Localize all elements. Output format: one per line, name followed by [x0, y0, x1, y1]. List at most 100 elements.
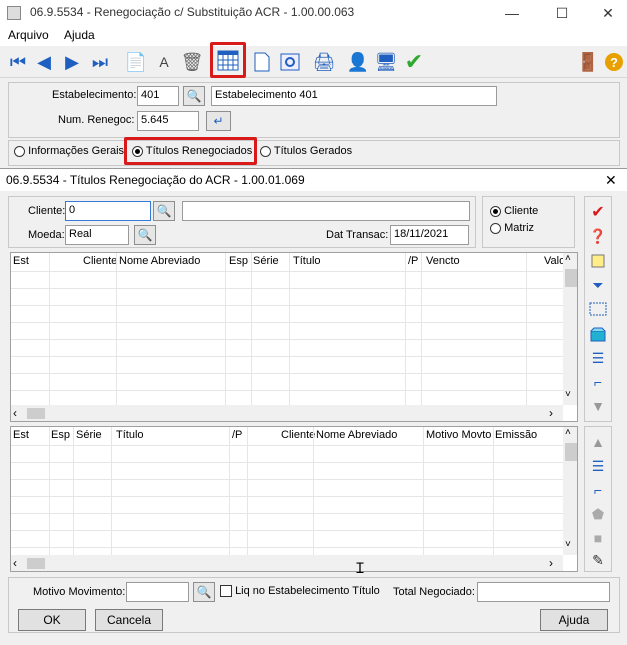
scroll-right-arrow-icon[interactable]: ›: [549, 556, 553, 570]
col-titulo[interactable]: Título: [293, 255, 321, 267]
col-nome-abreviado[interactable]: Nome Abreviado: [119, 255, 200, 267]
radio-matriz[interactable]: [490, 222, 501, 234]
move-up-icon[interactable]: ▲: [587, 432, 609, 452]
titles-grid-top[interactable]: Est Cliente Nome Abreviado Esp Série Tít…: [10, 252, 578, 422]
select-range-icon[interactable]: [587, 299, 609, 319]
radio-cliente[interactable]: [490, 205, 501, 217]
new-document-icon[interactable]: 📄: [124, 50, 148, 74]
scroll-left-arrow-icon[interactable]: ‹: [13, 556, 17, 570]
col-vencto[interactable]: Vencto: [426, 255, 460, 267]
grid-bottom-vertical-scrollbar[interactable]: ˄ ˅: [563, 427, 577, 555]
titles-grid-bottom[interactable]: Est Esp Série Título /P Cliente Nome Abr…: [10, 426, 578, 572]
previous-record-icon[interactable]: ◀: [32, 50, 56, 74]
grid-top-vertical-scrollbar[interactable]: ˄ ˅: [563, 253, 577, 405]
close-button[interactable]: ✕: [585, 0, 627, 26]
dat-transac-input[interactable]: 18/11/2021: [390, 225, 469, 245]
col-serie[interactable]: Série: [76, 429, 102, 441]
cliente-input[interactable]: 0: [65, 201, 151, 221]
edit-text-icon[interactable]: A: [152, 50, 176, 74]
estab-input[interactable]: 401: [137, 86, 179, 106]
moeda-input[interactable]: Real: [65, 225, 129, 245]
list-move-icon[interactable]: ☰: [587, 456, 609, 476]
col-emissao[interactable]: Emissão: [495, 429, 537, 441]
grid-column-divider: [421, 253, 422, 405]
next-record-icon[interactable]: ▶: [60, 50, 84, 74]
scroll-up-arrow-icon[interactable]: ˄: [565, 427, 571, 438]
minimize-button[interactable]: —: [489, 0, 535, 26]
stop-square-icon[interactable]: ■: [587, 528, 609, 548]
grid-top-horizontal-scrollbar[interactable]: ‹ ›: [11, 405, 563, 421]
col-titulo[interactable]: Título: [116, 429, 144, 441]
col-est[interactable]: Est: [13, 429, 29, 441]
col-cliente[interactable]: Cliente: [83, 255, 117, 267]
scroll-right-arrow-icon[interactable]: ›: [549, 406, 553, 420]
col-cliente[interactable]: Cliente: [281, 429, 315, 441]
edit-pencil-icon[interactable]: ✎: [587, 550, 609, 570]
delete-trash-icon[interactable]: 🗑: [180, 50, 204, 74]
note-icon[interactable]: [587, 251, 609, 271]
eraser-icon[interactable]: ⬟: [587, 504, 609, 524]
motivo-search-button[interactable]: 🔍: [193, 582, 215, 602]
radio-informacoes[interactable]: [14, 145, 25, 157]
monitor-edit-icon[interactable]: 🖥: [374, 50, 398, 74]
col-esp[interactable]: Esp: [51, 429, 70, 441]
radio-cliente-option[interactable]: Cliente: [490, 205, 538, 217]
list-bracket-icon[interactable]: ⌐: [587, 372, 609, 392]
tab-titulos-renegociados[interactable]: Títulos Renegociados: [124, 137, 257, 165]
renegoc-input[interactable]: 5.645: [137, 111, 199, 131]
tab-titulos-gerados[interactable]: Títulos Gerados: [260, 145, 352, 157]
col-parcela[interactable]: /P: [232, 429, 242, 441]
scroll-thumb[interactable]: [27, 558, 45, 569]
tab-informacoes[interactable]: Informações Gerais: [14, 145, 124, 157]
col-esp[interactable]: Esp: [229, 255, 248, 267]
cancela-button[interactable]: Cancela: [95, 609, 163, 631]
cliente-search-button[interactable]: 🔍: [153, 201, 175, 221]
go-button[interactable]: ↵: [206, 111, 231, 131]
col-nome-abreviado[interactable]: Nome Abreviado: [316, 429, 397, 441]
col-parcela[interactable]: /P: [408, 255, 418, 267]
query-help-icon[interactable]: ❓: [587, 226, 609, 246]
scroll-thumb[interactable]: [565, 269, 577, 287]
maximize-button[interactable]: ☐: [539, 0, 585, 26]
liq-checkbox[interactable]: [220, 585, 232, 598]
exit-door-icon[interactable]: 🚪: [576, 50, 600, 74]
confirm-check-icon[interactable]: ✔: [402, 49, 426, 74]
user-icon[interactable]: 👤: [346, 50, 370, 74]
radio-titulos-renegociados[interactable]: [132, 145, 143, 157]
col-serie[interactable]: Série: [253, 255, 279, 267]
scroll-thumb[interactable]: [27, 408, 45, 419]
package-icon[interactable]: [587, 324, 609, 344]
list-move-icon[interactable]: ☰: [587, 348, 609, 368]
scroll-thumb[interactable]: [565, 443, 577, 461]
radio-titulos-gerados[interactable]: [260, 145, 271, 157]
first-record-icon[interactable]: ⏮: [6, 50, 30, 74]
estab-search-button[interactable]: 🔍: [183, 86, 205, 106]
check-mark-icon[interactable]: ✔: [587, 202, 609, 222]
ajuda-button[interactable]: Ajuda: [540, 609, 608, 631]
print-icon[interactable]: 🖨: [312, 50, 336, 74]
menu-ajuda[interactable]: Ajuda: [64, 28, 95, 42]
grid-bottom-horizontal-scrollbar[interactable]: ‹ ›: [11, 555, 563, 571]
radio-matriz-option[interactable]: Matriz: [490, 222, 534, 234]
move-down-icon[interactable]: ▼: [587, 396, 609, 416]
calendar-grid-icon[interactable]: [210, 42, 246, 78]
motivo-input[interactable]: [126, 582, 189, 602]
blank-page-icon[interactable]: [250, 50, 274, 74]
scroll-down-arrow-icon[interactable]: ˅: [565, 539, 571, 550]
scroll-up-arrow-icon[interactable]: ˄: [565, 253, 571, 264]
menu-arquivo[interactable]: Arquivo: [8, 28, 49, 42]
col-est[interactable]: Est: [13, 255, 29, 267]
help-icon[interactable]: ?: [602, 50, 626, 74]
liq-checkbox-option[interactable]: Liq no Estabelecimento Título: [220, 585, 380, 598]
dialog-close-button[interactable]: ✕: [605, 172, 617, 189]
filter-funnel-icon[interactable]: ⏷: [587, 275, 609, 295]
last-record-icon[interactable]: ⏭: [88, 50, 112, 74]
scroll-down-arrow-icon[interactable]: ˅: [565, 389, 571, 400]
dat-transac-label: Dat Transac:: [326, 229, 389, 241]
moeda-search-button[interactable]: 🔍: [134, 225, 156, 245]
list-bracket-icon[interactable]: ⌐: [587, 480, 609, 500]
ok-button[interactable]: OK: [18, 609, 86, 631]
scroll-left-arrow-icon[interactable]: ‹: [13, 406, 17, 420]
preview-icon[interactable]: [278, 50, 302, 74]
col-motivo-movto[interactable]: Motivo Movto: [426, 429, 491, 441]
